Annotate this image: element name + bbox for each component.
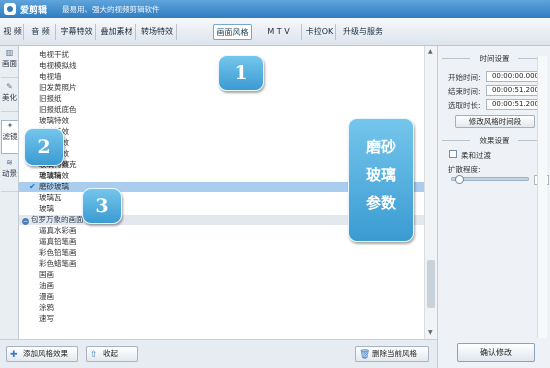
title-bar: 爱剪辑 最易用、强大的视频剪辑软件 xyxy=(0,0,550,18)
diffusion-slider-thumb[interactable] xyxy=(455,175,465,184)
scroll-down-icon[interactable]: ▼ xyxy=(428,329,433,336)
list-item[interactable]: 彩色铅笔画 xyxy=(39,248,77,258)
main-tab-bar: 视 频 音 频 字幕特效 叠加素材 转场特效 画面风格 M T V 卡拉OK 升… xyxy=(0,18,550,46)
settings-scrollbar[interactable] xyxy=(537,56,547,338)
list-item[interactable]: 旧报纸 xyxy=(39,94,62,104)
side-tab-filter[interactable]: ✦ 滤镜 xyxy=(1,120,18,154)
collapse-icon: − xyxy=(22,218,29,225)
tab-subtitle-effects[interactable]: 字幕特效 xyxy=(58,24,96,40)
list-item[interactable]: 旧报纸底色 xyxy=(39,105,77,115)
side-tab-label: 动景 xyxy=(2,169,17,178)
tab-picture-style[interactable]: 画面风格 xyxy=(213,24,252,40)
callout-text-line: 参数 xyxy=(365,194,396,212)
side-tab-label: 画面 xyxy=(2,59,17,68)
waves-icon: ≋ xyxy=(6,158,13,167)
side-tab-beautify[interactable]: ✎ 美化 xyxy=(1,82,18,112)
list-item[interactable]: 旧发黄照片 xyxy=(39,83,77,93)
tab-mtv[interactable]: M T V xyxy=(256,24,302,40)
list-item[interactable]: 毛玻璃 xyxy=(39,171,62,181)
collapse-arrow-icon: ⇧ xyxy=(90,350,98,360)
modify-time-button[interactable]: 修改风格时间段 xyxy=(455,115,535,128)
callout-frosted-glass-params: 磨砂 玻璃 参数 xyxy=(348,118,414,242)
tab-audio[interactable]: 音 频 xyxy=(26,24,56,40)
list-item[interactable]: 逼真铅笔画 xyxy=(39,237,77,247)
list-item[interactable]: 漫画 xyxy=(39,292,54,302)
list-item[interactable]: 速写 xyxy=(39,314,54,324)
group-label: 包罗万象的画面 xyxy=(31,215,84,224)
bottom-toolbar: ✚ 添加风格效果 ⇧ 收起 🗑 删除当前风格 xyxy=(0,339,437,368)
add-style-label: 添加风格效果 xyxy=(23,349,68,358)
side-tab-label: 美化 xyxy=(2,93,17,102)
add-effect-icon: ✚ xyxy=(10,350,18,360)
callout-step-3: 3 xyxy=(82,188,122,224)
end-time-field[interactable]: 00:00:51.200 xyxy=(486,85,542,96)
selected-list-item[interactable]: 磨砂玻璃 xyxy=(39,182,69,192)
confirm-modify-button[interactable]: 确认修改 xyxy=(457,343,535,362)
trash-icon: 🗑 xyxy=(359,350,371,360)
duration-field[interactable]: 00:00:51.200 xyxy=(486,99,542,110)
list-item[interactable]: 电视模拟线 xyxy=(39,61,77,71)
app-name: 爱剪辑 xyxy=(20,6,48,16)
collapse-label: 收起 xyxy=(103,349,118,358)
callout-step-1: 1 xyxy=(218,55,264,91)
callout-step-2: 2 xyxy=(24,128,64,166)
start-time-label: 开始时间: xyxy=(448,73,481,82)
tab-karaoke[interactable]: 卡拉OK xyxy=(304,24,336,40)
tab-transition-effects[interactable]: 转场特效 xyxy=(138,24,177,40)
diffusion-label: 扩散程度: xyxy=(448,165,481,174)
scroll-up-icon[interactable]: ▲ xyxy=(428,48,433,55)
list-group-header[interactable]: − 包罗万象的画面 xyxy=(22,215,84,225)
side-tab-picture[interactable]: ▥ 画面 xyxy=(1,48,18,78)
callout-text-line: 磨砂 xyxy=(365,138,396,156)
brush-icon: ✎ xyxy=(6,82,13,91)
tab-video[interactable]: 视 频 xyxy=(2,24,24,40)
delete-style-label: 删除当前风格 xyxy=(372,349,417,358)
list-item[interactable]: 国画 xyxy=(39,270,54,280)
list-scrollbar[interactable]: ▲ ▼ xyxy=(424,46,437,339)
callout-text-line: 玻璃 xyxy=(365,166,396,184)
duration-label: 选取时长: xyxy=(448,101,481,110)
side-tab-motion[interactable]: ≋ 动景 xyxy=(1,158,18,192)
soft-transition-label: 柔和过渡 xyxy=(461,151,491,160)
picture-icon: ▥ xyxy=(5,48,14,57)
delete-style-button[interactable]: 🗑 删除当前风格 xyxy=(355,346,429,362)
collapse-button[interactable]: ⇧ 收起 xyxy=(86,346,138,362)
end-time-label: 结束时间: xyxy=(448,87,481,96)
list-item[interactable]: 油画 xyxy=(39,281,54,291)
scroll-thumb[interactable] xyxy=(427,260,435,308)
app-logo-icon xyxy=(4,3,16,15)
tab-overlay-material[interactable]: 叠加素材 xyxy=(98,24,136,40)
app-slogan: 最易用、强大的视频剪辑软件 xyxy=(62,5,160,14)
check-icon: ✔ xyxy=(29,182,36,191)
list-item[interactable]: 玻璃瓦 xyxy=(39,193,62,203)
settings-panel: 时间设置 开始时间: 00:00:00.000 结束时间: 00:00:51.2… xyxy=(437,46,550,368)
add-style-button[interactable]: ✚ 添加风格效果 xyxy=(6,346,78,362)
list-item[interactable]: 彩色蜡笔画 xyxy=(39,259,77,269)
tab-upgrade-service[interactable]: 升级与服务 xyxy=(340,24,386,40)
list-item[interactable]: 玻璃 xyxy=(39,204,54,214)
category-tabs: ▥ 画面 ✎ 美化 ✦ 滤镜 ≋ 动景 xyxy=(0,46,19,368)
list-item[interactable]: 涂鸦 xyxy=(39,303,54,313)
list-item[interactable]: 电视墙 xyxy=(39,72,62,82)
start-time-field[interactable]: 00:00:00.000 xyxy=(486,71,542,82)
side-tab-label: 滤镜 xyxy=(2,132,18,141)
list-item[interactable]: 玻璃特效 xyxy=(39,116,69,126)
wand-icon: ✦ xyxy=(6,121,14,130)
list-item[interactable]: 电视干扰 xyxy=(39,50,69,60)
soft-transition-checkbox[interactable] xyxy=(449,150,457,158)
list-item[interactable]: 逼真水彩画 xyxy=(39,226,77,236)
